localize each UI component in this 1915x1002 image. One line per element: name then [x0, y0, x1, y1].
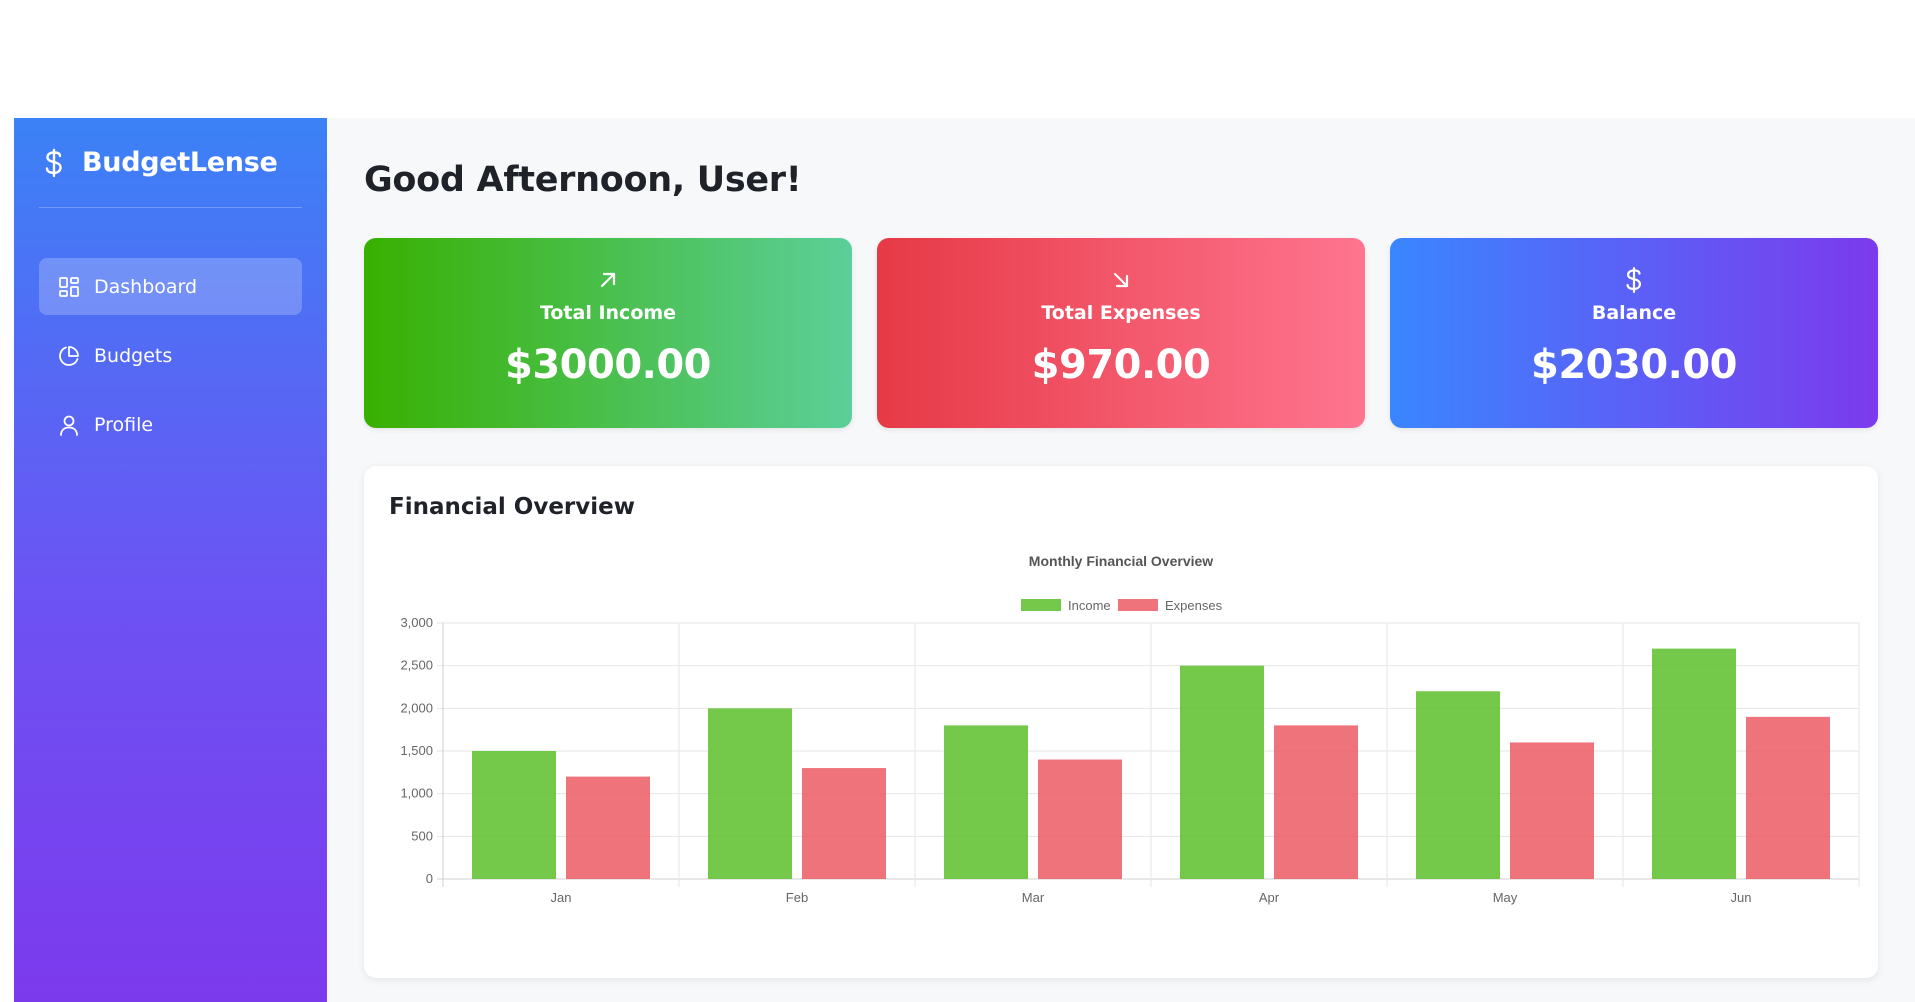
bar-expenses-jan: [566, 776, 650, 879]
bar-income-apr: [1180, 665, 1264, 879]
dollar-icon: [1620, 266, 1648, 294]
balance-card: Balance $2030.00: [1390, 238, 1878, 428]
y-tick-label: 2,000: [400, 700, 433, 715]
bar-chart: Monthly Financial Overview Income Expense…: [400, 553, 1860, 905]
x-tick-label: Jun: [1731, 890, 1752, 905]
summary-cards: Total Income $3000.00 Total Expenses $97…: [364, 238, 1878, 428]
expenses-label: Total Expenses: [1041, 302, 1201, 324]
bar-income-jun: [1652, 648, 1736, 879]
financial-overview-panel: Financial Overview Monthly Financial Ove…: [364, 466, 1878, 978]
bar-income-feb: [708, 708, 792, 879]
bar-expenses-feb: [802, 768, 886, 879]
main-content: Good Afternoon, User! Total Income $3000…: [327, 118, 1915, 1002]
balance-value: $2030.00: [1530, 342, 1738, 388]
bar-expenses-apr: [1274, 725, 1358, 879]
income-value: $3000.00: [504, 342, 712, 388]
y-tick-label: 1,500: [400, 743, 433, 758]
legend-label: Expenses: [1165, 598, 1223, 613]
bar-income-jan: [472, 751, 556, 879]
balance-label: Balance: [1591, 302, 1677, 324]
bar-income-may: [1416, 691, 1500, 879]
x-axis: Jan Feb Mar Apr May Jun: [551, 890, 1752, 905]
sidebar-item-label: Dashboard: [94, 275, 198, 298]
chart-grid: [437, 622, 1860, 887]
pie-chart-icon: [58, 345, 80, 367]
sidebar: BudgetLense Dashboard Budgets Profile: [14, 118, 327, 1002]
x-tick-label: Feb: [786, 890, 808, 905]
sidebar-item-profile[interactable]: Profile: [39, 396, 302, 453]
income-label: Total Income: [539, 302, 677, 324]
x-tick-label: May: [1493, 890, 1518, 905]
y-axis: 0 500 1,000 1,500 2,000 2,500 3,000: [400, 615, 433, 886]
sidebar-item-label: Profile: [94, 413, 154, 436]
brand[interactable]: BudgetLense: [39, 118, 302, 208]
arrow-up-right-icon: [594, 266, 622, 294]
y-tick-label: 2,500: [400, 658, 433, 673]
chart-legend: Income Expenses: [1021, 598, 1223, 613]
sidebar-item-budgets[interactable]: Budgets: [39, 327, 302, 384]
legend-swatch: [1118, 599, 1158, 611]
x-tick-label: Mar: [1022, 890, 1045, 905]
sidebar-item-dashboard[interactable]: Dashboard: [39, 258, 302, 315]
expenses-value: $970.00: [1031, 342, 1211, 388]
user-icon: [58, 414, 80, 436]
brand-name: BudgetLense: [82, 147, 278, 178]
legend-label: Income: [1068, 598, 1111, 613]
y-tick-label: 1,000: [400, 786, 433, 801]
dashboard-grid-icon: [58, 276, 80, 298]
legend-swatch: [1021, 599, 1061, 611]
bar-expenses-jun: [1746, 716, 1830, 879]
income-card: Total Income $3000.00: [364, 238, 852, 428]
arrow-down-right-icon: [1107, 266, 1135, 294]
bar-income-mar: [944, 725, 1028, 879]
y-tick-label: 0: [426, 871, 433, 886]
page-title: Good Afternoon, User!: [364, 160, 802, 200]
chart-title: Monthly Financial Overview: [1029, 553, 1213, 569]
x-tick-label: Jan: [551, 890, 572, 905]
x-tick-label: Apr: [1259, 890, 1280, 905]
sidebar-item-label: Budgets: [94, 344, 173, 367]
bar-expenses-may: [1510, 742, 1594, 879]
sidebar-nav: Dashboard Budgets Profile: [39, 258, 302, 453]
app-window: BudgetLense Dashboard Budgets Profile Go…: [14, 118, 1915, 1002]
dollar-icon: [42, 148, 66, 178]
y-tick-label: 3,000: [400, 615, 433, 630]
expenses-card: Total Expenses $970.00: [877, 238, 1365, 428]
y-tick-label: 500: [411, 828, 433, 843]
bar-expenses-mar: [1038, 759, 1122, 879]
